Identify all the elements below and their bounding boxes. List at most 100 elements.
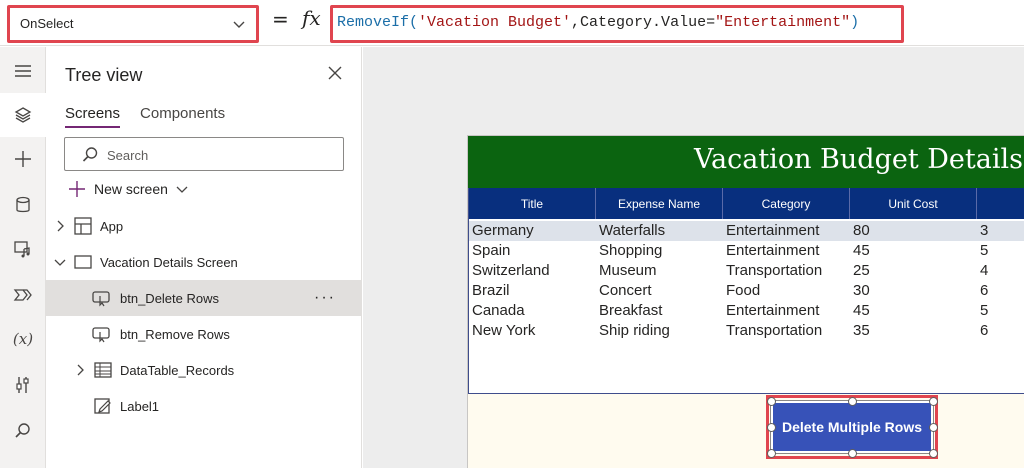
left-rail: (x) [0, 47, 46, 468]
more-options-icon[interactable]: ··· [314, 289, 336, 307]
tree-search-input[interactable]: Search [64, 137, 344, 171]
chevron-down-icon[interactable] [54, 256, 66, 268]
button-control-icon [92, 327, 110, 343]
chevron-down-icon [233, 21, 245, 28]
search-icon [82, 147, 98, 162]
tree-item-vacation-details-screen[interactable]: Vacation Details Screen [46, 244, 362, 280]
table-row[interactable]: Switzerland Museum Transportation 25 4 [469, 261, 1024, 281]
table-cell: 3 [980, 222, 989, 239]
power-automate-icon[interactable] [0, 273, 46, 317]
database-icon[interactable] [0, 183, 46, 227]
variables-label: (x) [12, 330, 34, 348]
table-cell: 25 [853, 262, 870, 279]
tree-item-label: Label1 [120, 398, 160, 414]
table-row[interactable]: Spain Shopping Entertainment 45 5 [469, 241, 1024, 261]
table-row[interactable]: Germany Waterfalls Entertainment 80 3 [469, 221, 1024, 241]
search-icon[interactable] [0, 409, 46, 453]
resize-handle[interactable] [848, 397, 857, 406]
tree-item-btn-remove-rows[interactable]: btn_Remove Rows [46, 316, 362, 352]
app-screen: Vacation Budget Details Title Expense Nam… [467, 135, 1024, 468]
tree-view-tabs: Screens Components [65, 105, 225, 128]
table-cell: Transportation [726, 262, 823, 279]
media-icon[interactable] [0, 227, 46, 271]
tree-item-label: App [100, 218, 124, 234]
title-bar: Vacation Budget Details [468, 136, 1024, 188]
table-cell: Breakfast [599, 302, 663, 319]
label-edit-icon [94, 398, 111, 414]
resize-handle[interactable] [929, 449, 938, 458]
table-cell: 30 [853, 282, 870, 299]
table-cell: Ship riding [599, 322, 670, 339]
table-icon [94, 362, 112, 378]
resize-handle[interactable] [848, 449, 857, 458]
resize-handle[interactable] [767, 423, 776, 432]
table-cell: Spain [472, 242, 511, 259]
column-header[interactable]: Title [469, 188, 596, 219]
delete-multiple-rows-button[interactable]: Delete Multiple Rows [770, 400, 934, 454]
chevron-right-icon[interactable] [74, 364, 86, 376]
table-cell: Switzerland [472, 262, 550, 279]
layers-icon[interactable] [0, 93, 46, 137]
tree-item-label: DataTable_Records [120, 362, 235, 378]
chevron-right-icon[interactable] [54, 220, 66, 232]
table-row[interactable]: New York Ship riding Transportation 35 6 [469, 321, 1024, 341]
formula-arg-value: "Entertainment" [715, 14, 851, 31]
resize-handle[interactable] [929, 397, 938, 406]
table-cell: 45 [853, 302, 870, 319]
table-cell: Shopping [599, 242, 663, 259]
resize-handle[interactable] [767, 449, 776, 458]
table-cell: 35 [853, 322, 870, 339]
formula-input[interactable]: RemoveIf('Vacation Budget',Category.Valu… [330, 5, 904, 43]
plus-icon [69, 181, 85, 197]
table-cell: Concert [599, 282, 652, 299]
column-header[interactable]: Expense Name [596, 188, 723, 219]
table-cell: Waterfalls [599, 222, 666, 239]
equals-sign: = [272, 7, 289, 31]
new-screen-button[interactable]: New screen [68, 180, 188, 198]
table-cell: Entertainment [726, 242, 820, 259]
table-cell: Museum [599, 262, 657, 279]
table-cell: 5 [980, 242, 989, 259]
chevron-down-icon [176, 186, 188, 193]
tree-item-app[interactable]: App [46, 208, 362, 244]
tree-item-label1[interactable]: Label1 [46, 388, 362, 424]
data-table-header: TitleExpense NameCategoryUnit CostNo C [469, 188, 1024, 219]
data-table[interactable]: TitleExpense NameCategoryUnit CostNo C G… [468, 188, 1024, 394]
resize-handle[interactable] [767, 397, 776, 406]
table-cell: Brazil [472, 282, 510, 299]
tree-item-label: Vacation Details Screen [100, 254, 238, 270]
resize-handle[interactable] [929, 423, 938, 432]
column-header[interactable]: Unit Cost [850, 188, 977, 219]
tab-components[interactable]: Components [140, 105, 225, 128]
screen-icon [74, 255, 92, 269]
formula-arg-source: 'Vacation Budget' [418, 14, 572, 31]
property-value: OnSelect [20, 16, 74, 31]
fx-icon: fx [302, 6, 321, 30]
table-cell: New York [472, 322, 536, 339]
canvas-area: Vacation Budget Details Title Expense Nam… [363, 47, 1024, 468]
hamburger-icon[interactable] [0, 49, 46, 93]
column-header[interactable]: Category [723, 188, 850, 219]
insert-plus-icon[interactable] [0, 137, 46, 181]
close-icon[interactable] [327, 65, 343, 81]
tools-icon[interactable] [0, 363, 46, 407]
app-icon [74, 217, 92, 235]
search-placeholder: Search [107, 148, 149, 163]
property-dropdown[interactable]: OnSelect [7, 5, 259, 43]
tree-item-label: btn_Remove Rows [120, 326, 230, 342]
column-header[interactable]: No C [977, 188, 1024, 219]
tree-item-datatable-records[interactable]: DataTable_Records [46, 352, 362, 388]
variables-icon[interactable]: (x) [0, 317, 46, 361]
table-cell: 6 [980, 282, 989, 299]
table-cell: 4 [980, 262, 989, 279]
table-row[interactable]: Canada Breakfast Entertainment 45 5 [469, 301, 1024, 321]
new-screen-label: New screen [94, 181, 168, 197]
table-cell: Transportation [726, 322, 823, 339]
table-cell: 6 [980, 322, 989, 339]
formula-condition: ,Category.Value= [571, 14, 716, 31]
tab-screens[interactable]: Screens [65, 105, 121, 128]
tree-view-title: Tree view [65, 65, 143, 85]
tree-item-btn-delete-rows[interactable]: btn_Delete Rows ··· [46, 280, 362, 316]
table-cell: 80 [853, 222, 870, 239]
table-row[interactable]: Brazil Concert Food 30 6 [469, 281, 1024, 301]
